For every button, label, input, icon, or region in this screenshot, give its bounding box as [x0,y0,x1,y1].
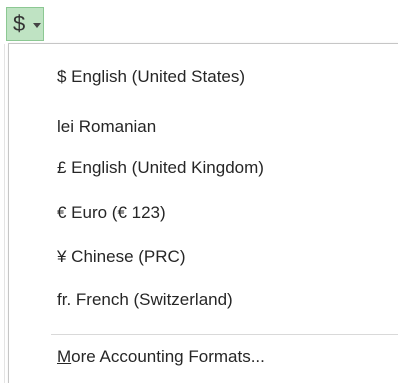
menu-item-english-us[interactable]: $ English (United States) [57,62,245,92]
accounting-symbol: $ [13,11,26,36]
menu-item-label: £ English (United Kingdom) [57,158,264,177]
screen: $ $ English (United States) lei Romanian… [0,0,398,383]
chevron-down-icon[interactable] [33,23,42,28]
menu-item-label: lei Romanian [57,117,157,136]
menu-item-label: ore Accounting Formats... [71,347,265,366]
menu-item-label: $ English (United States) [57,67,246,86]
menu-item-romanian[interactable]: lei Romanian [57,112,156,142]
menu-item-euro[interactable]: € Euro (€ 123) [57,198,166,228]
accounting-format-menu: $ English (United States) lei Romanian £… [8,43,398,383]
menu-item-label: fr. French (Switzerland) [57,290,233,309]
menu-item-label: ¥ Chinese (PRC) [57,247,186,266]
menu-item-french-switzerland[interactable]: fr. French (Switzerland) [57,285,233,315]
menu-item-chinese-prc[interactable]: ¥ Chinese (PRC) [57,242,186,272]
grid-edge [0,44,5,383]
more-accounting-formats[interactable]: More Accounting Formats... [57,342,265,372]
menu-item-accelerator: M [57,347,72,366]
menu-separator [51,334,398,335]
accounting-format-button[interactable]: $ [6,7,44,41]
menu-item-english-uk[interactable]: £ English (United Kingdom) [57,153,264,183]
menu-item-label: € Euro (€ 123) [57,203,166,222]
